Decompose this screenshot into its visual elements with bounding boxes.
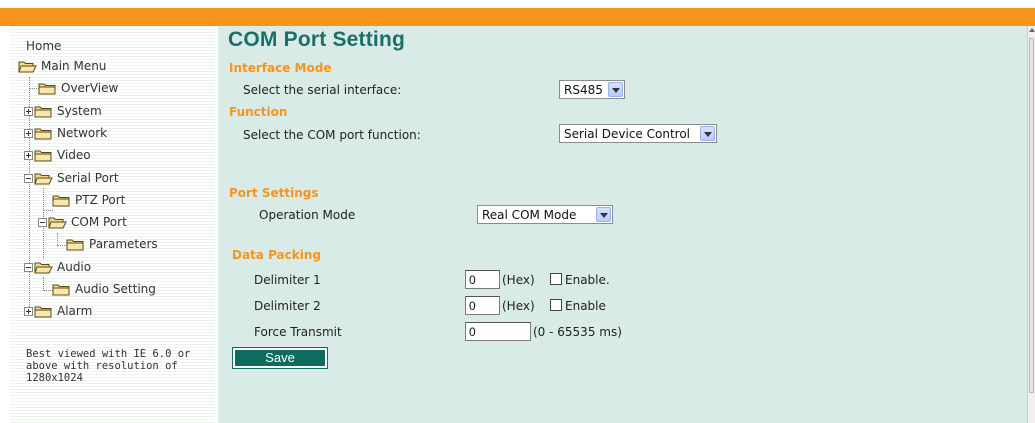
chevron-down-icon[interactable]	[608, 82, 623, 97]
browser-recommendation-note: Best viewed with IE 6.0 or above with re…	[26, 348, 191, 384]
sidebar-item-system[interactable]: System	[24, 102, 102, 120]
chevron-down-icon[interactable]	[596, 207, 611, 222]
sidebar-item-label: Main Menu	[41, 59, 107, 73]
com-port-function-value: Serial Device Control	[564, 127, 690, 141]
delimiter-1-enable-label: Enable.	[565, 273, 610, 287]
sidebar-item-label: Video	[57, 148, 91, 162]
sidebar-item-overview[interactable]: OverView	[38, 79, 118, 97]
serial-interface-value: RS485	[564, 83, 603, 97]
sidebar-item-main-menu[interactable]: Main Menu	[18, 57, 106, 75]
folder-icon	[38, 82, 57, 95]
page-title: COM Port Setting	[228, 28, 406, 51]
sidebar-item-label: Network	[57, 126, 108, 140]
delimiter-2-enable-checkbox[interactable]	[550, 299, 562, 311]
com-port-function-select[interactable]: Serial Device Control	[559, 124, 717, 143]
delimiter-1-unit: (Hex)	[502, 273, 535, 287]
sidebar-item-alarm[interactable]: Alarm	[24, 302, 92, 320]
sidebar-item-audio-setting[interactable]: Audio Setting	[52, 280, 156, 298]
delimiter-2-label: Delimiter 2	[254, 299, 321, 313]
serial-interface-label: Select the serial interface:	[243, 83, 402, 97]
section-heading-interface-mode: Interface Mode	[229, 61, 332, 75]
folder-icon	[34, 127, 53, 140]
delimiter-1-label: Delimiter 1	[254, 273, 321, 287]
sidebar-item-label: System	[57, 104, 102, 118]
folder-icon	[34, 305, 53, 318]
folder-icon	[66, 238, 85, 251]
folder-icon	[52, 194, 71, 207]
serial-interface-select[interactable]: RS485	[559, 80, 625, 99]
folder-open-icon	[34, 172, 53, 185]
save-button[interactable]: Save	[232, 347, 328, 369]
delimiter-1-enable-checkbox[interactable]	[550, 273, 562, 285]
sidebar-item-label: COM Port	[71, 215, 127, 229]
expand-plus-icon[interactable]	[24, 106, 33, 116]
sidebar-navigation: Home Main Menu OverView System Network V…	[10, 26, 215, 423]
sidebar-item-network[interactable]: Network	[24, 124, 107, 142]
scroll-up-arrow-icon[interactable]	[1029, 28, 1035, 32]
folder-open-icon	[34, 261, 53, 274]
sidebar-item-label: Serial Port	[57, 171, 119, 185]
force-transmit-label: Force Transmit	[254, 325, 342, 339]
delimiter-2-enable-label: Enable	[565, 299, 606, 313]
collapse-minus-icon[interactable]	[38, 217, 47, 227]
folder-icon	[52, 283, 71, 296]
sidebar-item-label: OverView	[61, 81, 119, 95]
sidebar-item-label: Audio Setting	[75, 282, 156, 296]
vertical-scrollbar[interactable]	[1027, 26, 1035, 423]
collapse-minus-icon[interactable]	[24, 173, 33, 183]
sidebar-item-label: Parameters	[89, 237, 158, 251]
expand-plus-icon[interactable]	[24, 128, 33, 138]
force-transmit-range: (0 - 65535 ms)	[533, 325, 622, 339]
section-heading-port-settings: Port Settings	[229, 186, 319, 200]
section-heading-function: Function	[229, 105, 288, 119]
sidebar-item-com-port[interactable]: COM Port	[38, 213, 127, 231]
sidebar-item-label: Alarm	[57, 304, 93, 318]
sidebar-item-ptz-port[interactable]: PTZ Port	[52, 191, 125, 209]
chevron-down-icon[interactable]	[700, 126, 715, 141]
delimiter-2-unit: (Hex)	[502, 299, 535, 313]
operation-mode-value: Real COM Mode	[482, 208, 577, 222]
folder-icon	[34, 105, 53, 118]
scrollbar-thumb[interactable]	[1029, 38, 1034, 393]
sidebar-item-label: Audio	[57, 260, 92, 274]
operation-mode-select[interactable]: Real COM Mode	[477, 205, 613, 224]
expand-plus-icon[interactable]	[24, 150, 33, 160]
collapse-minus-icon[interactable]	[24, 262, 33, 272]
force-transmit-input[interactable]	[465, 322, 531, 341]
folder-open-icon	[18, 60, 37, 73]
sidebar-item-label: PTZ Port	[75, 193, 126, 207]
folder-icon	[34, 149, 53, 162]
sidebar-item-audio[interactable]: Audio	[24, 258, 91, 276]
tree-guide-line	[43, 210, 53, 211]
operation-mode-label: Operation Mode	[259, 208, 356, 222]
folder-open-icon	[48, 216, 67, 229]
sidebar-home-link[interactable]: Home	[26, 39, 61, 53]
sidebar-item-serial-port[interactable]: Serial Port	[24, 169, 119, 187]
main-content: COM Port Setting Interface Mode Select t…	[218, 26, 1027, 423]
delimiter-2-input[interactable]	[465, 296, 500, 315]
sidebar-item-video[interactable]: Video	[24, 146, 91, 164]
com-port-function-label: Select the COM port function:	[243, 128, 421, 142]
section-heading-data-packing: Data Packing	[232, 248, 321, 262]
sidebar-item-parameters[interactable]: Parameters	[66, 235, 158, 253]
top-banner-bar	[0, 8, 1035, 26]
tree-guide-line	[57, 233, 58, 245]
tree-guide-line	[43, 277, 44, 291]
delimiter-1-input[interactable]	[465, 270, 500, 289]
expand-plus-icon[interactable]	[24, 306, 33, 316]
